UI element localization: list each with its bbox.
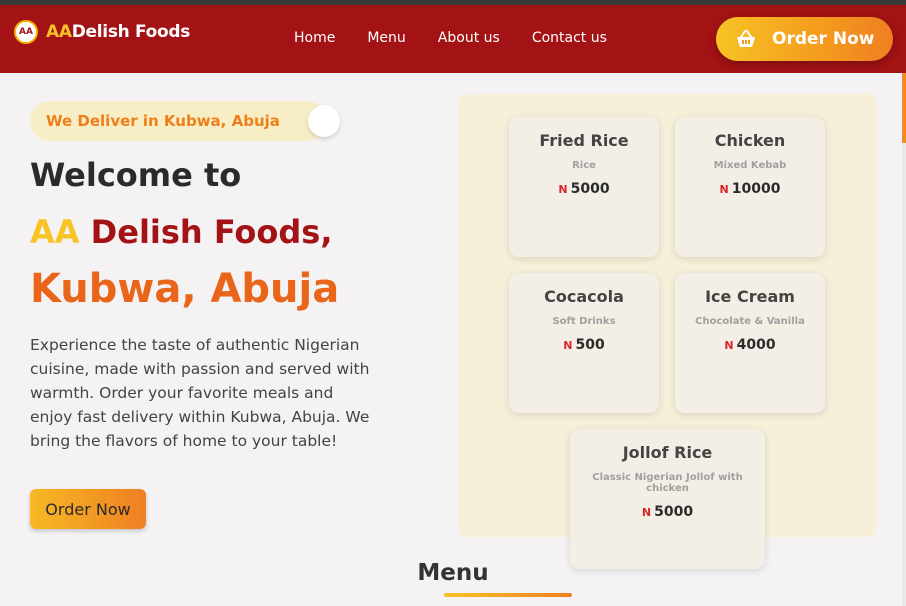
- delivery-badge: We Deliver in Kubwa, Abuja: [30, 101, 340, 141]
- hero-order-button[interactable]: Order Now: [30, 489, 146, 529]
- featured-menu-panel: Fried Rice Rice N 5000 Chicken Mixed Keba…: [458, 94, 877, 569]
- delivery-badge-text: We Deliver in Kubwa, Abuja: [46, 112, 280, 130]
- price-value: 10000: [731, 181, 781, 197]
- menu-card-name: Jollof Rice: [622, 443, 713, 462]
- menu-card-name: Chicken: [714, 131, 786, 150]
- hero-brand-rest: Delish Foods,: [90, 213, 333, 251]
- menu-card[interactable]: Fried Rice Rice N 5000: [509, 117, 659, 257]
- nav-link-contact[interactable]: Contact us: [532, 30, 607, 46]
- menu-card-price: N 5000: [509, 181, 659, 197]
- menu-card[interactable]: Ice Cream Chocolate & Vanilla N 4000: [675, 273, 825, 413]
- hero-welcome-heading: Welcome to: [30, 156, 242, 194]
- menu-heading-underline: [444, 593, 572, 597]
- currency-symbol: N: [558, 183, 568, 196]
- price-value: 5000: [570, 181, 610, 197]
- menu-card-category: Mixed Kebab: [713, 160, 787, 171]
- badge-toggle-knob: [308, 105, 340, 137]
- price-value: 4000: [736, 337, 776, 353]
- hero-city-heading: Kubwa, Abuja: [30, 266, 340, 312]
- menu-card-name: Ice Cream: [705, 287, 795, 306]
- menu-card-price: N 500: [509, 337, 659, 353]
- hero-brand-prefix: AA: [30, 213, 80, 251]
- currency-symbol: N: [719, 183, 729, 196]
- nav-links: Home Menu About us Contact us: [294, 30, 607, 46]
- menu-card-category: Rice: [572, 160, 596, 171]
- price-value: 5000: [654, 504, 694, 520]
- brand-name-prefix: AA: [46, 22, 72, 42]
- menu-card-category: Chocolate & Vanilla: [695, 316, 805, 327]
- menu-card-price: N 10000: [675, 181, 825, 197]
- brand-name: AADelish Foods: [46, 22, 190, 42]
- menu-card-category: Classic Nigerian Jollof with chicken: [592, 472, 743, 494]
- scrollbar-thumb[interactable]: [902, 73, 906, 143]
- nav-link-menu[interactable]: Menu: [367, 30, 405, 46]
- scrollbar[interactable]: [902, 73, 906, 606]
- menu-card-category: Soft Drinks: [552, 316, 616, 327]
- nav-order-label: Order Now: [772, 29, 875, 49]
- basket-icon: [737, 30, 755, 47]
- brand[interactable]: AA AADelish Foods: [14, 20, 190, 44]
- currency-symbol: N: [641, 506, 652, 519]
- currency-symbol: N: [563, 339, 573, 352]
- nav-link-about[interactable]: About us: [438, 30, 500, 46]
- brand-logo-icon: AA: [14, 20, 38, 44]
- menu-card-name: Fried Rice: [539, 131, 629, 150]
- currency-symbol: N: [724, 339, 734, 352]
- menu-card[interactable]: Chicken Mixed Kebab N 10000: [675, 117, 825, 257]
- nav-order-button[interactable]: Order Now: [716, 17, 893, 61]
- navbar: AA AADelish Foods Home Menu About us Con…: [0, 5, 906, 73]
- hero-description: Experience the taste of authentic Nigeri…: [30, 336, 370, 450]
- menu-card-price: N 4000: [675, 337, 825, 353]
- hero-brand-heading: AA Delish Foods,: [30, 213, 332, 251]
- brand-name-rest: Delish Foods: [71, 22, 191, 42]
- menu-card-name: Cocacola: [544, 287, 624, 306]
- menu-section-heading: Menu: [417, 560, 489, 586]
- menu-card-price: N 5000: [570, 504, 765, 520]
- price-value: 500: [575, 337, 605, 353]
- menu-card[interactable]: Cocacola Soft Drinks N 500: [509, 273, 659, 413]
- menu-card[interactable]: Jollof Rice Classic Nigerian Jollof with…: [570, 429, 765, 569]
- nav-link-home[interactable]: Home: [294, 30, 335, 46]
